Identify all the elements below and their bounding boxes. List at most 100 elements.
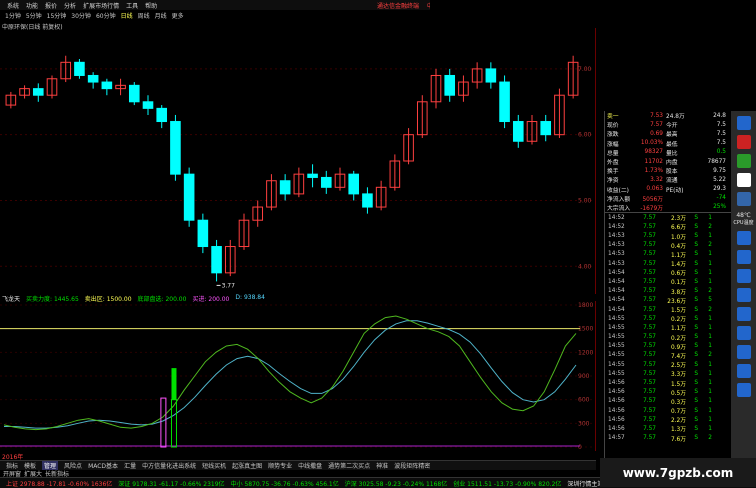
period-0[interactable]: 1分钟	[5, 11, 21, 20]
tick-count: 1	[708, 370, 712, 377]
quote-label: 卖一	[607, 114, 619, 121]
toolbar-shortcut-icon[interactable]	[736, 250, 751, 264]
tick-row[interactable]: 14:56 7.57 0.5万 S 1	[605, 388, 731, 397]
candle-body	[183, 173, 195, 221]
overlay-black-rect	[294, 233, 462, 255]
tick-price: 7.57	[643, 260, 656, 267]
tick-price: 7.57	[643, 297, 656, 304]
tick-row[interactable]: 14:56 7.57 1.5万 S 1	[605, 378, 731, 388]
tick-row[interactable]: 14:54 7.57 0.6万 S 1	[605, 268, 731, 278]
tick-time: 14:55	[608, 315, 625, 322]
quote-row: 现价 7.57 今开 7.5	[605, 120, 731, 130]
tick-row[interactable]: 14:56 7.57 0.7万 S 1	[605, 406, 731, 416]
period-6[interactable]: 周线	[138, 11, 150, 20]
tick-side: S	[694, 251, 698, 258]
tick-row[interactable]: 14:56 7.57 2.2万 S 1	[605, 415, 731, 425]
quote-row: 总量 98327 量比 0.5	[605, 148, 731, 157]
period-7[interactable]: 月线	[155, 11, 167, 20]
index-quote-2[interactable]: 中小 5870.75 -36.76 -0.63% 456.1亿	[231, 479, 339, 488]
quote-row: 大宗流入 -1679万 25%	[605, 203, 731, 212]
toolbar-shortcut-icon[interactable]	[736, 288, 751, 302]
tick-row[interactable]: 14:55 7.57 2.5万 S 1	[605, 360, 731, 370]
tick-row[interactable]: 14:54 7.57 3.8万 S 2	[605, 287, 731, 296]
tick-price: 7.57	[643, 278, 656, 285]
quote-value: 7.53	[650, 112, 663, 119]
index-quote-3[interactable]: 沪深 3025.58 -9.23 -0.24% 1168亿	[345, 479, 447, 488]
indicator-chart[interactable]: 1800 1500 1200 900 600 300 0	[0, 301, 596, 451]
tick-row[interactable]: 14:55 7.57 1.1万 S 1	[605, 323, 731, 333]
period-2[interactable]: 15分钟	[47, 11, 67, 20]
toolbar-shortcut-icon[interactable]	[736, 135, 751, 149]
tick-time: 14:54	[608, 306, 625, 313]
tick-price: 7.57	[643, 389, 656, 396]
period-1[interactable]: 5分钟	[26, 11, 42, 20]
toolbar-shortcut-icon[interactable]	[736, 383, 751, 397]
index-quote-1[interactable]: 深证 9178.31 -61.17 -0.66% 2319亿	[118, 479, 224, 488]
candle-body	[101, 81, 113, 90]
tick-volume: 0.2万	[670, 317, 686, 324]
tick-list[interactable]: 14:52 7.57 2.3万 S 1 14:52 7.57 6.6万 S 2 14:53 7.57 1…	[605, 212, 731, 443]
tick-volume: 0.7万	[670, 409, 686, 416]
tick-row[interactable]: 14:53 7.57 0.4万 S 2	[605, 241, 731, 250]
tick-row[interactable]: 14:54 7.57 0.1万 S 1	[605, 277, 731, 287]
toolbar-shortcut-icon[interactable]	[736, 231, 751, 245]
menu-item-3[interactable]: 分析	[64, 1, 76, 10]
tick-row[interactable]: 14:55 7.57 0.2万 S 1	[605, 333, 731, 342]
tick-row[interactable]: 14:56 7.57 0.3万 S 1	[605, 397, 731, 406]
period-3[interactable]: 30分钟	[71, 11, 91, 20]
candle-body	[320, 176, 332, 188]
tick-price: 7.57	[643, 407, 656, 414]
tick-count: 1	[708, 407, 712, 414]
toolbar-shortcut-icon[interactable]	[736, 269, 751, 283]
period-4[interactable]: 60分钟	[96, 11, 116, 20]
index-quote-0[interactable]: 上证 2978.88 -17.81 -0.60% 1636亿	[6, 479, 112, 488]
tick-row[interactable]: 14:52 7.57 6.6万 S 2	[605, 222, 731, 232]
toolbar-shortcut-icon[interactable]	[736, 154, 751, 168]
candle-body	[540, 121, 552, 136]
toolbar-shortcut-icon[interactable]	[736, 345, 751, 359]
menu-item-5[interactable]: 工具	[126, 1, 138, 10]
tick-volume: 0.5万	[670, 390, 686, 397]
tick-volume: 2.3万	[670, 216, 686, 223]
tick-row[interactable]: 14:54 7.57 23.6万 S 5	[605, 296, 731, 305]
tick-row[interactable]: 14:55 7.57 0.9万 S 1	[605, 342, 731, 351]
tick-row[interactable]: 14:55 7.57 3.3万 S 1	[605, 369, 731, 379]
period-5[interactable]: 日线	[121, 11, 133, 20]
tick-row[interactable]: 14:53 7.57 1.0万 S 1	[605, 231, 731, 241]
menu-item-0[interactable]: 系统	[7, 1, 19, 10]
promo-link[interactable]: 通达信金融终端	[377, 1, 419, 10]
tick-volume: 3.3万	[670, 372, 686, 379]
toolbar-shortcut-icon[interactable]	[736, 173, 751, 187]
tick-time: 14:53	[608, 242, 625, 249]
toolbar-shortcut-icon[interactable]	[736, 192, 751, 206]
toolbar-shortcut-icon[interactable]	[736, 116, 751, 130]
price-level-label: 7.00	[578, 66, 592, 73]
quote-row: 换手 1.73% 股本 9.75	[605, 166, 731, 176]
tick-price: 7.57	[643, 288, 656, 295]
tick-row[interactable]: 14:55 7.57 0.2万 S 1	[605, 314, 731, 324]
period-8[interactable]: 更多	[172, 11, 184, 20]
tick-time: 14:54	[608, 269, 625, 276]
toolbar-shortcut-icon[interactable]	[736, 307, 751, 321]
quote-value: 0.063	[646, 186, 663, 193]
menu-item-1[interactable]: 功能	[26, 1, 38, 10]
candle-body	[128, 84, 140, 103]
tick-row[interactable]: 14:56 7.57 1.3万 S 1	[605, 424, 731, 434]
tick-row[interactable]: 14:53 7.57 1.4万 S 1	[605, 259, 731, 269]
tick-row[interactable]: 14:54 7.57 1.5万 S 2	[605, 305, 731, 315]
tick-row[interactable]: 14:52 7.57 2.3万 S 1	[605, 213, 731, 223]
tick-row[interactable]: 14:57 7.57 7.6万 S 2	[605, 434, 731, 443]
tick-row[interactable]: 14:55 7.57 7.4万 S 2	[605, 351, 731, 360]
tick-time: 14:56	[608, 398, 625, 405]
toolbar-shortcut-icon[interactable]	[736, 364, 751, 378]
index-quote-4[interactable]: 创业 1511.51 -13.73 -0.90% 820.2亿	[453, 479, 561, 488]
toolbar-shortcut-icon[interactable]	[736, 326, 751, 340]
tick-price: 7.57	[643, 398, 656, 405]
quote-label-2: PE(动)	[666, 187, 684, 194]
indicator-slow-line	[4, 320, 577, 429]
menu-item-4[interactable]: 扩展市场行情	[83, 1, 119, 10]
menu-item-2[interactable]: 报价	[45, 1, 57, 10]
quote-label-2: 最低	[666, 141, 678, 148]
menu-item-6[interactable]: 帮助	[145, 1, 157, 10]
tick-row[interactable]: 14:53 7.57 1.1万 S 1	[605, 250, 731, 259]
